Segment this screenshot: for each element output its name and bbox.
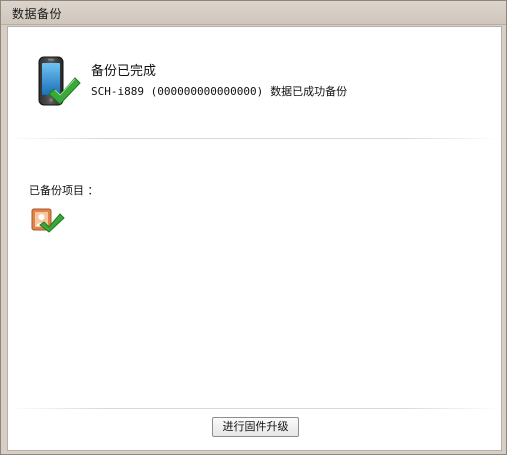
backup-window: 数据备份 备份已完成 SCH-i889 (000000000000000) 数据… bbox=[0, 0, 507, 455]
divider bbox=[8, 408, 501, 409]
phone-check-icon bbox=[38, 56, 81, 106]
content-panel: 备份已完成 SCH-i889 (000000000000000) 数据已成功备份… bbox=[7, 26, 502, 451]
title-bar[interactable]: 数据备份 bbox=[1, 1, 506, 25]
backup-status-detail: SCH-i889 (000000000000000) 数据已成功备份 bbox=[91, 83, 347, 99]
divider bbox=[8, 138, 501, 139]
contacts-icon bbox=[31, 208, 65, 233]
firmware-upgrade-button[interactable]: 进行固件升级 bbox=[212, 417, 299, 437]
backed-up-items-label: 已备份项目 ： bbox=[29, 184, 99, 197]
backup-success-message: 数据已成功备份 bbox=[270, 85, 348, 98]
window-title: 数据备份 bbox=[12, 7, 63, 21]
device-model: SCH-i889 (000000000000000) bbox=[91, 85, 264, 98]
backup-status-title: 备份已完成 bbox=[91, 64, 157, 79]
